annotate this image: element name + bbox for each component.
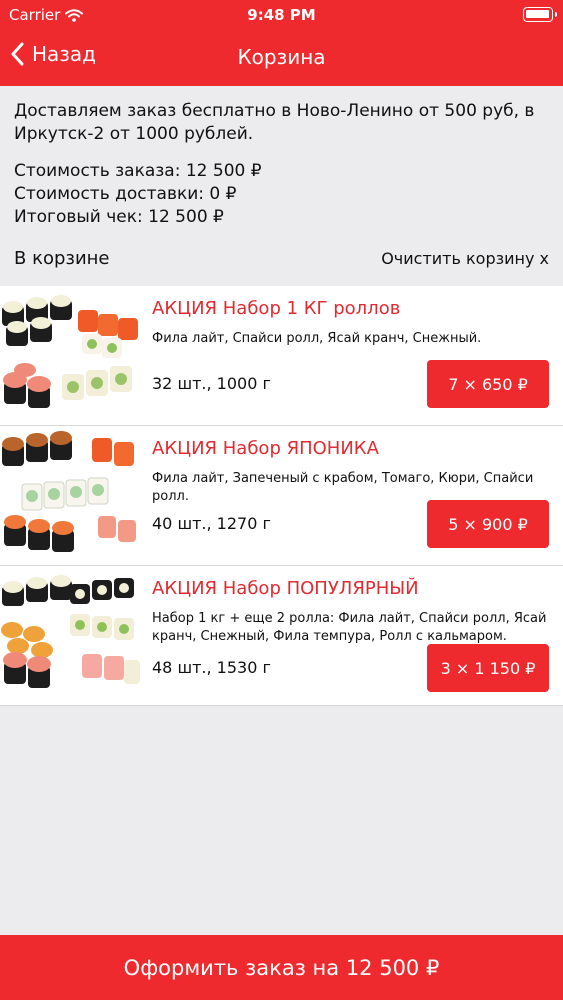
sushi-set-image (2, 431, 136, 552)
battery-icon (523, 7, 557, 22)
item-price-button[interactable]: 7 × 650 ₽ (427, 360, 549, 408)
clear-cart-button[interactable]: Очистить корзину x (381, 249, 549, 268)
status-bar: Carrier 9:48 PM (0, 0, 563, 30)
item-title: АКЦИЯ Набор ЯПОНИКА (152, 438, 379, 459)
item-price-button[interactable]: 3 × 1 150 ₽ (427, 644, 549, 692)
delivery-cost: Стоимость доставки: 0 ₽ (14, 184, 237, 204)
page-title: Корзина (237, 45, 326, 69)
item-description: Набор 1 кг + еще 2 ролла: Фила лайт, Спа… (152, 611, 547, 644)
status-time: 9:48 PM (247, 6, 316, 24)
cart-item[interactable]: АКЦИЯ Набор ПОПУЛЯРНЫЙ Набор 1 кг + еще … (0, 566, 563, 706)
item-meta: 40 шт., 1270 г (152, 514, 271, 533)
cart-label: В корзине (14, 248, 110, 269)
cart-list: АКЦИЯ Набор 1 КГ роллов Фила лайт, Спайс… (0, 286, 563, 706)
cart-header: В корзине Очистить корзину x (14, 248, 549, 272)
delivery-note: Доставляем заказ бесплатно в Ново-Ленино… (14, 101, 535, 144)
order-info: Доставляем заказ бесплатно в Ново-Ленино… (14, 100, 554, 229)
sushi-set-image (2, 295, 138, 408)
cart-item[interactable]: АКЦИЯ Набор ЯПОНИКА Фила лайт, Запеченый… (0, 426, 563, 566)
item-title: АКЦИЯ Набор 1 КГ роллов (152, 298, 401, 319)
order-cost: Стоимость заказа: 12 500 ₽ (14, 161, 262, 181)
item-title: АКЦИЯ Набор ПОПУЛЯРНЫЙ (152, 578, 419, 599)
cart-item[interactable]: АКЦИЯ Набор 1 КГ роллов Фила лайт, Спайс… (0, 286, 563, 426)
checkout-button[interactable]: Оформить заказ на 12 500 ₽ (0, 935, 563, 1000)
top-bar: Carrier 9:48 PM Назад Корзина (0, 0, 563, 86)
sushi-set-image (1, 575, 140, 688)
item-description: Фила лайт, Спайси ролл, Ясай кранч, Снеж… (152, 331, 482, 346)
item-meta: 48 шт., 1530 г (152, 658, 271, 677)
item-price-button[interactable]: 5 × 900 ₽ (427, 500, 549, 548)
item-meta: 32 шт., 1000 г (152, 374, 271, 393)
order-total: Итоговый чек: 12 500 ₽ (14, 207, 224, 227)
nav-bar: Назад Корзина (0, 30, 563, 86)
